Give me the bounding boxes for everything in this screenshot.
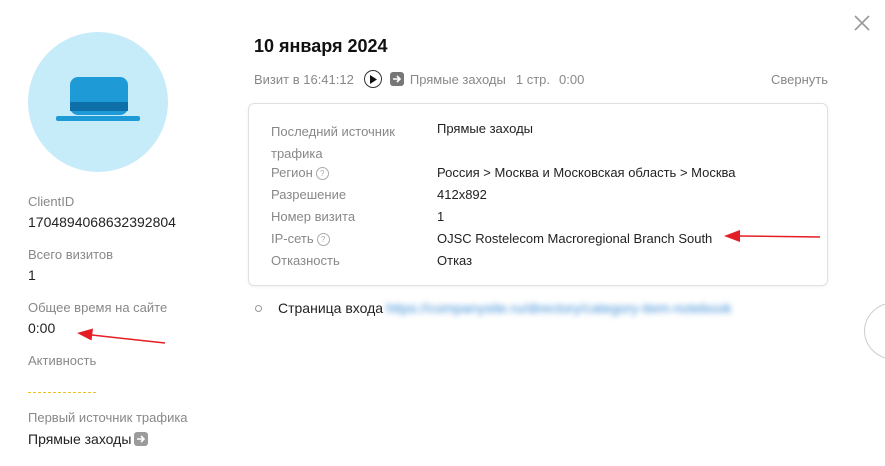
annotation-arrow — [77, 328, 166, 344]
annotation-arrow — [724, 230, 821, 242]
annotation-layer — [77, 230, 821, 344]
